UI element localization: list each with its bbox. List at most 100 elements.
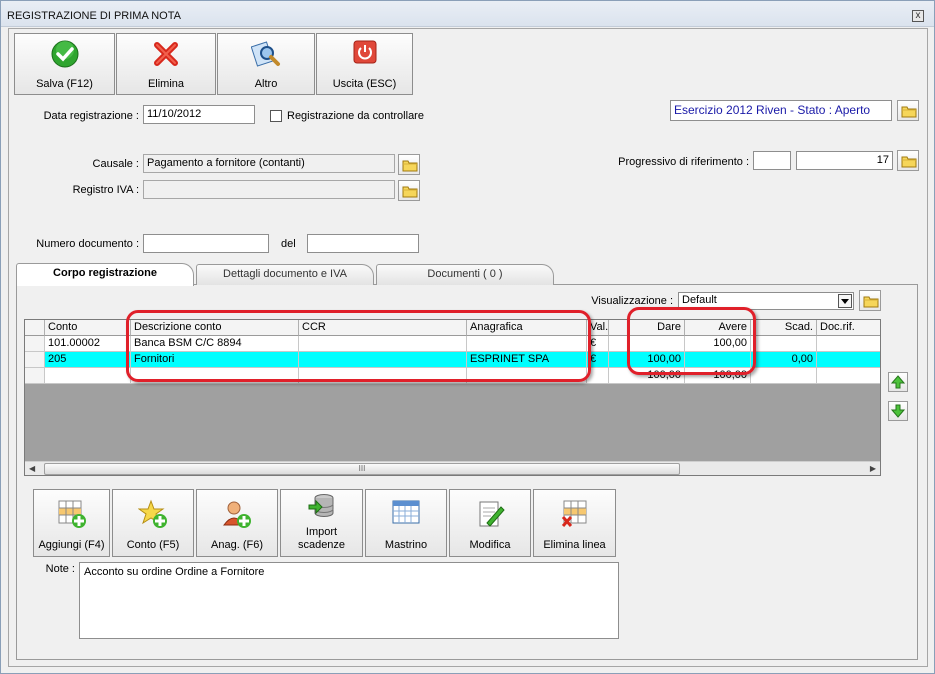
- da-controllare-checkbox[interactable]: [270, 110, 282, 122]
- delete-line-button[interactable]: Elimina linea: [533, 489, 616, 557]
- anagrafica-button[interactable]: Anag. (F6): [196, 489, 278, 557]
- row-indicator-header: [25, 320, 45, 336]
- mastrino-label: Mastrino: [384, 539, 428, 551]
- note-textarea[interactable]: Acconto su ordine Ordine a Fornitore: [79, 562, 619, 639]
- data-registrazione-label: Data registrazione :: [43, 110, 139, 122]
- cell-dare-total: 100,00: [609, 368, 685, 384]
- table-row[interactable]: 101.00002 Banca BSM C/C 8894 € 100,00: [25, 336, 880, 352]
- import-scadenze-button[interactable]: Import scadenze: [280, 489, 363, 557]
- arrow-up-icon: [890, 375, 906, 389]
- cell-descrizione[interactable]: Banca BSM C/C 8894: [131, 336, 299, 352]
- causale-field[interactable]: Pagamento a fornitore (contanti): [143, 154, 395, 173]
- grid-header: Conto Descrizione conto CCR Anagrafica V…: [25, 320, 880, 336]
- scroll-thumb[interactable]: III: [44, 463, 680, 475]
- database-import-icon: [308, 494, 333, 517]
- registro-iva-folder-button[interactable]: [398, 180, 420, 201]
- esercizio-folder-button[interactable]: [897, 100, 919, 121]
- header-ccr[interactable]: CCR: [299, 320, 467, 336]
- power-icon: [353, 40, 376, 64]
- cell-descrizione[interactable]: Fornitori: [131, 352, 299, 368]
- cell-dare[interactable]: 100,00: [609, 352, 685, 368]
- header-descrizione[interactable]: Descrizione conto: [131, 320, 299, 336]
- cell-val[interactable]: €: [587, 336, 609, 352]
- dropdown-arrow-icon[interactable]: [838, 294, 852, 308]
- cell-dare[interactable]: [609, 336, 685, 352]
- tab-documenti[interactable]: Documenti ( 0 ): [376, 264, 554, 285]
- cell-ccr[interactable]: [299, 336, 467, 352]
- header-doc-rif[interactable]: Doc.rif.: [817, 320, 880, 336]
- registro-iva-field[interactable]: [143, 180, 395, 199]
- table-row-totals[interactable]: 100,00 100,00: [25, 368, 880, 384]
- cell-ccr[interactable]: [299, 352, 467, 368]
- move-down-button[interactable]: [888, 401, 908, 421]
- visualizzazione-select[interactable]: Default: [678, 292, 854, 310]
- edit-document-icon: [479, 501, 505, 527]
- delete-label: Elimina: [147, 78, 185, 90]
- cell-anagrafica[interactable]: ESPRINET SPA: [467, 352, 587, 368]
- progressivo-prefix-input[interactable]: [753, 151, 791, 170]
- add-line-button[interactable]: Aggiungi (F4): [33, 489, 110, 557]
- conto-button[interactable]: Conto (F5): [112, 489, 194, 557]
- cell-scad[interactable]: [751, 368, 817, 384]
- numero-documento-label: Numero documento :: [36, 238, 139, 250]
- cell-doc-rif[interactable]: [817, 368, 880, 384]
- cell-anagrafica[interactable]: [467, 336, 587, 352]
- note-label: Note :: [45, 563, 75, 575]
- cell-scad[interactable]: 0,00: [751, 352, 817, 368]
- tab-corpo-registrazione[interactable]: Corpo registrazione: [16, 263, 194, 286]
- main-window: REGISTRAZIONE DI PRIMA NOTA x Salva (F12…: [0, 0, 935, 674]
- cell-avere[interactable]: 100,00: [685, 336, 751, 352]
- mastrino-button[interactable]: Mastrino: [365, 489, 447, 557]
- other-button[interactable]: Altro: [217, 33, 315, 95]
- scroll-right-icon[interactable]: ▶: [870, 464, 876, 473]
- cell-ccr[interactable]: [299, 368, 467, 384]
- move-up-button[interactable]: [888, 372, 908, 392]
- numero-documento-input[interactable]: [143, 234, 269, 253]
- cell-anagrafica[interactable]: [467, 368, 587, 384]
- cell-conto[interactable]: 205: [45, 352, 131, 368]
- modifica-button[interactable]: Modifica: [449, 489, 531, 557]
- tab-dettagli-documento[interactable]: Dettagli documento e IVA: [196, 264, 374, 285]
- import-label-line1: Import: [305, 526, 338, 538]
- cell-descrizione[interactable]: [131, 368, 299, 384]
- cell-doc-rif[interactable]: [817, 336, 880, 352]
- row-indicator: [25, 352, 45, 368]
- progressivo-input[interactable]: 17: [796, 151, 893, 170]
- cell-avere-total: 100,00: [685, 368, 751, 384]
- cell-avere[interactable]: [685, 352, 751, 368]
- conto-label: Conto (F5): [126, 539, 180, 551]
- cell-doc-rif[interactable]: [817, 352, 880, 368]
- exit-label: Uscita (ESC): [332, 78, 397, 90]
- del-date-input[interactable]: [307, 234, 419, 253]
- header-scad[interactable]: Scad.: [751, 320, 817, 336]
- folder-icon: [901, 156, 917, 168]
- header-dare[interactable]: Dare: [609, 320, 685, 336]
- registration-grid: Conto Descrizione conto CCR Anagrafica V…: [24, 319, 881, 476]
- registro-iva-label: Registro IVA :: [72, 184, 139, 196]
- causale-folder-button[interactable]: [398, 154, 420, 175]
- cell-scad[interactable]: [751, 336, 817, 352]
- header-anagrafica[interactable]: Anagrafica: [467, 320, 587, 336]
- progressivo-folder-button[interactable]: [897, 150, 919, 171]
- other-label: Altro: [254, 78, 278, 90]
- cell-val[interactable]: [587, 368, 609, 384]
- scroll-left-icon[interactable]: ◀: [29, 464, 35, 473]
- cell-conto[interactable]: [45, 368, 131, 384]
- save-button[interactable]: Salva (F12): [14, 33, 115, 95]
- close-icon[interactable]: x: [912, 10, 924, 22]
- row-indicator: [25, 336, 45, 352]
- title-bar: REGISTRAZIONE DI PRIMA NOTA x: [1, 1, 934, 27]
- grid-horizontal-scrollbar[interactable]: ◀ III ▶: [25, 461, 880, 475]
- folder-icon: [901, 106, 917, 118]
- cell-val[interactable]: €: [587, 352, 609, 368]
- visualizzazione-folder-button[interactable]: [859, 290, 881, 311]
- header-conto[interactable]: Conto: [45, 320, 131, 336]
- import-label-line2: scadenze: [297, 539, 346, 551]
- data-registrazione-input[interactable]: 11/10/2012: [143, 105, 255, 124]
- table-row-selected[interactable]: 205 Fornitori ESPRINET SPA € 100,00 0,00: [25, 352, 880, 368]
- exit-button[interactable]: Uscita (ESC): [316, 33, 413, 95]
- delete-button[interactable]: Elimina: [116, 33, 216, 95]
- cell-conto[interactable]: 101.00002: [45, 336, 131, 352]
- header-avere[interactable]: Avere: [685, 320, 751, 336]
- header-val[interactable]: Val.: [587, 320, 609, 336]
